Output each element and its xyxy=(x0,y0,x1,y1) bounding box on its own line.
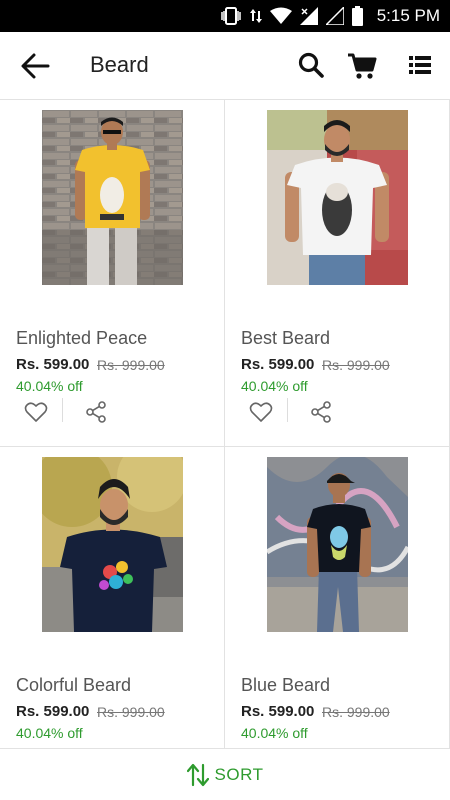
battery-icon xyxy=(351,6,363,26)
product-card[interactable]: Blue Beard Rs. 599.00 Rs. 999.00 40.04% … xyxy=(225,447,450,748)
app-bar: Beard xyxy=(0,32,450,100)
product-name[interactable]: Colorful Beard xyxy=(16,675,131,696)
sort-label: SORT xyxy=(214,764,264,784)
sort-button[interactable]: SORT xyxy=(0,748,450,800)
status-bar: 5:15 PM xyxy=(0,0,450,32)
sort-icon xyxy=(186,763,209,786)
product-image[interactable] xyxy=(267,110,408,285)
product-discount: 40.04% off xyxy=(241,378,308,394)
product-mrp: Rs. 999.00 xyxy=(97,704,165,720)
heart-icon[interactable] xyxy=(24,401,48,423)
action-divider xyxy=(287,398,288,422)
product-image[interactable] xyxy=(42,110,183,285)
signal-icon xyxy=(299,7,318,25)
cart-icon[interactable] xyxy=(347,52,377,80)
product-image[interactable] xyxy=(267,457,408,632)
product-discount: 40.04% off xyxy=(241,725,308,741)
product-card[interactable]: Enlighted Peace Rs. 599.00 Rs. 999.00 40… xyxy=(0,100,225,447)
product-name[interactable]: Blue Beard xyxy=(241,675,330,696)
product-price: Rs. 599.00 xyxy=(241,703,315,720)
product-name[interactable]: Enlighted Peace xyxy=(16,328,147,349)
data-arrows-icon xyxy=(249,9,262,23)
wifi-icon xyxy=(269,7,292,24)
action-divider xyxy=(62,398,63,422)
list-view-icon[interactable] xyxy=(409,54,431,76)
vibrate-icon xyxy=(220,7,241,25)
share-icon[interactable] xyxy=(84,400,108,424)
product-price: Rs. 599.00 xyxy=(16,703,90,720)
product-mrp: Rs. 999.00 xyxy=(97,357,165,373)
product-mrp: Rs. 999.00 xyxy=(322,704,390,720)
product-image[interactable] xyxy=(42,457,183,632)
product-mrp: Rs. 999.00 xyxy=(322,357,390,373)
product-discount: 40.04% off xyxy=(16,378,83,394)
product-price: Rs. 599.00 xyxy=(241,356,315,373)
heart-icon[interactable] xyxy=(249,401,273,423)
product-card[interactable]: Best Beard Rs. 599.00 Rs. 999.00 40.04% … xyxy=(225,100,450,447)
back-arrow-icon[interactable] xyxy=(20,52,50,80)
product-name[interactable]: Best Beard xyxy=(241,328,330,349)
product-discount: 40.04% off xyxy=(16,725,83,741)
product-grid: Enlighted Peace Rs. 599.00 Rs. 999.00 40… xyxy=(0,100,450,748)
page-title: Beard xyxy=(90,52,149,77)
status-time: 5:15 PM xyxy=(376,6,440,25)
product-price: Rs. 599.00 xyxy=(16,356,90,373)
share-icon[interactable] xyxy=(309,400,333,424)
search-icon[interactable] xyxy=(298,52,324,78)
product-card[interactable]: Colorful Beard Rs. 599.00 Rs. 999.00 40.… xyxy=(0,447,225,748)
signal-empty-icon xyxy=(325,7,344,25)
